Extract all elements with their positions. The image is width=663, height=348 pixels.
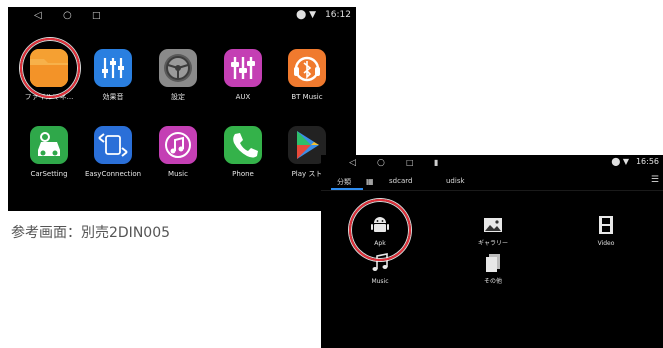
- home-icon[interactable]: ○: [377, 157, 385, 169]
- tab-bar: 分類 ▦ sdcard udisk ☰: [321, 174, 663, 190]
- app-bt-music[interactable]: BT Music: [274, 49, 340, 102]
- notification-icon: ▮: [434, 158, 439, 167]
- status-bar: ◁ ○ □ ⬤ ▼ 16:12: [8, 7, 356, 25]
- gallery-icon: [481, 213, 505, 237]
- recents-icon[interactable]: □: [92, 10, 101, 22]
- app-aux[interactable]: AUX: [210, 49, 276, 102]
- caption-text: 参考画面：別売2DIN005: [11, 225, 171, 241]
- divider: [321, 190, 663, 191]
- app-easy-connection[interactable]: EasyConnection: [80, 126, 146, 179]
- list-menu-icon[interactable]: ☰: [651, 175, 659, 185]
- aux-sliders-icon: [224, 49, 262, 87]
- app-settings[interactable]: 設定: [145, 49, 211, 102]
- car-settings-icon: [30, 126, 68, 164]
- bluetooth-music-icon: [288, 49, 326, 87]
- category-gallery[interactable]: ギャラリー: [458, 213, 528, 248]
- grid-view-icon[interactable]: ▦: [366, 177, 374, 186]
- status-time: 16:56: [635, 157, 659, 166]
- app-phone[interactable]: Phone: [210, 126, 276, 179]
- category-video[interactable]: Video: [571, 213, 641, 248]
- back-icon[interactable]: ◁: [349, 157, 356, 169]
- back-icon[interactable]: ◁: [34, 10, 42, 22]
- app-car-setting[interactable]: CarSetting: [16, 126, 82, 179]
- category-other[interactable]: その他: [458, 251, 528, 286]
- other-files-icon: [481, 251, 505, 275]
- location-wifi-icon: ⬤ ▼: [611, 157, 629, 166]
- app-sound-effects[interactable]: 効果音: [80, 49, 146, 102]
- film-icon: [594, 213, 618, 237]
- location-wifi-icon: ⬤ ▼: [296, 10, 316, 20]
- app-music[interactable]: Music: [145, 126, 211, 179]
- home-icon[interactable]: ○: [63, 10, 72, 22]
- easyconnection-icon: [94, 126, 132, 164]
- steering-gear-icon: [159, 49, 197, 87]
- phone-icon: [224, 126, 262, 164]
- tab-category[interactable]: 分類: [337, 177, 351, 187]
- recents-icon[interactable]: □: [406, 157, 414, 169]
- music-note-icon: [159, 126, 197, 164]
- tab-sdcard[interactable]: sdcard: [389, 177, 412, 185]
- status-time: 16:12: [325, 10, 351, 20]
- status-bar: ◁ ○ □ ▮ ⬤ ▼ 16:56: [321, 155, 663, 171]
- launcher-screen: ◁ ○ □ ⬤ ▼ 16:12 ファイルマネ... 効果音 設定 AUX BT …: [8, 7, 356, 211]
- file-manager-screen: ◁ ○ □ ▮ ⬤ ▼ 16:56 分類 ▦ sdcard udisk ☰ Ap…: [321, 155, 663, 348]
- equalizer-icon: [94, 49, 132, 87]
- highlight-ring: [349, 199, 411, 261]
- highlight-ring: [20, 38, 80, 98]
- tab-udisk[interactable]: udisk: [446, 177, 465, 185]
